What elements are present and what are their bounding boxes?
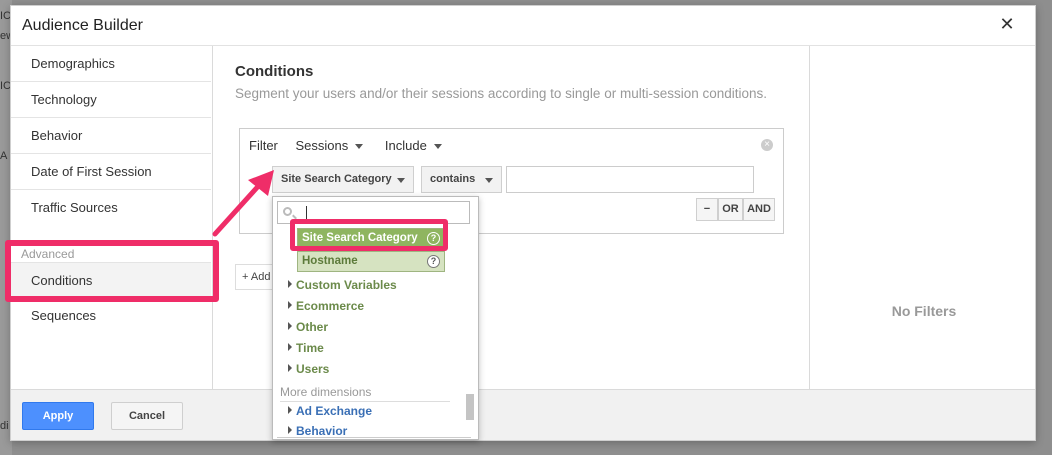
chevron-right-icon [288,364,292,372]
chevron-right-icon [288,426,292,434]
scope-value: Sessions [295,138,349,153]
sidebar-item-traffic-sources[interactable]: Traffic Sources [11,190,211,226]
divider [277,437,471,438]
group-custom-variables[interactable]: Custom Variables [288,278,397,292]
sidebar-item-demographics[interactable]: Demographics [11,46,211,82]
group-label: Ad Exchange [296,404,373,418]
remove-condition-button[interactable]: − [696,198,718,221]
dimension-dropdown[interactable]: Site Search Category [272,166,414,193]
bg-fragment: di [0,420,9,432]
filter-label: Filter [249,138,278,153]
conditions-subtitle: Segment your users and/or their sessions… [235,86,768,101]
include-dropdown[interactable]: Include [385,138,442,153]
chevron-down-icon [397,178,405,183]
dialog-header: Audience Builder ✕ [11,6,1035,46]
group-other[interactable]: Other [288,320,328,334]
close-icon[interactable]: ✕ [999,14,1015,34]
sidebar-item-sequences[interactable]: Sequences [11,298,211,334]
sidebar: Demographics Technology Behavior Date of… [11,46,213,389]
scope-dropdown[interactable]: Sessions [296,138,364,153]
group-label: Other [296,320,329,334]
option-label: Hostname [302,255,358,267]
highlight-box [5,240,219,302]
no-filters-text: No Filters [891,303,957,319]
group-ecommerce[interactable]: Ecommerce [288,299,364,313]
dimension-value: Site Search Category [281,173,392,185]
chevron-right-icon [288,301,292,309]
annotation-arrow-icon [212,170,274,237]
conditions-title: Conditions [235,63,314,80]
chevron-right-icon [288,322,292,330]
group-time[interactable]: Time [288,341,324,355]
sidebar-item-technology[interactable]: Technology [11,82,211,118]
chevron-down-icon [433,144,442,150]
or-button[interactable]: OR [718,198,743,221]
text-cursor [306,206,307,220]
group-label: Custom Variables [296,278,397,292]
dialog-footer: Apply Cancel [11,389,1035,440]
highlight-box [290,219,448,251]
chevron-down-icon [355,144,364,150]
audience-builder-dialog: Audience Builder ✕ Demographics Technolo… [10,5,1036,441]
group-behavior[interactable]: Behavior [288,424,347,438]
search-icon [283,207,292,216]
more-dimensions-heading: More dimensions [280,385,450,402]
group-label: Behavior [296,424,348,438]
include-value: Include [384,138,427,153]
group-label: Time [296,341,324,355]
filter-header-row: Filter Sessions Include [249,138,460,153]
dropdown-scrollbar[interactable] [466,394,474,420]
dialog-title: Audience Builder [22,17,143,34]
summary-panel: No Filters [809,46,1036,389]
cancel-button[interactable]: Cancel [111,402,183,430]
chevron-right-icon [288,280,292,288]
value-input[interactable] [506,166,754,193]
group-label: Users [296,362,330,376]
group-users[interactable]: Users [288,362,329,376]
help-icon[interactable]: ? [427,255,440,268]
option-hostname[interactable]: Hostname ? [297,251,445,272]
chevron-right-icon [288,343,292,351]
and-button[interactable]: AND [743,198,775,221]
sidebar-item-behavior[interactable]: Behavior [11,118,211,154]
bg-fragment: A [0,150,8,162]
operator-value: contains [430,173,476,185]
operator-dropdown[interactable]: contains [421,166,502,193]
group-ad-exchange[interactable]: Ad Exchange [288,404,372,418]
chevron-right-icon [288,406,292,414]
chevron-down-icon [485,178,493,183]
scrollbar[interactable] [1035,46,1036,389]
sidebar-item-date-of-first-session[interactable]: Date of First Session [11,154,211,190]
apply-button[interactable]: Apply [22,402,94,430]
remove-filter-icon[interactable]: × [761,139,773,151]
group-label: Ecommerce [296,299,365,313]
